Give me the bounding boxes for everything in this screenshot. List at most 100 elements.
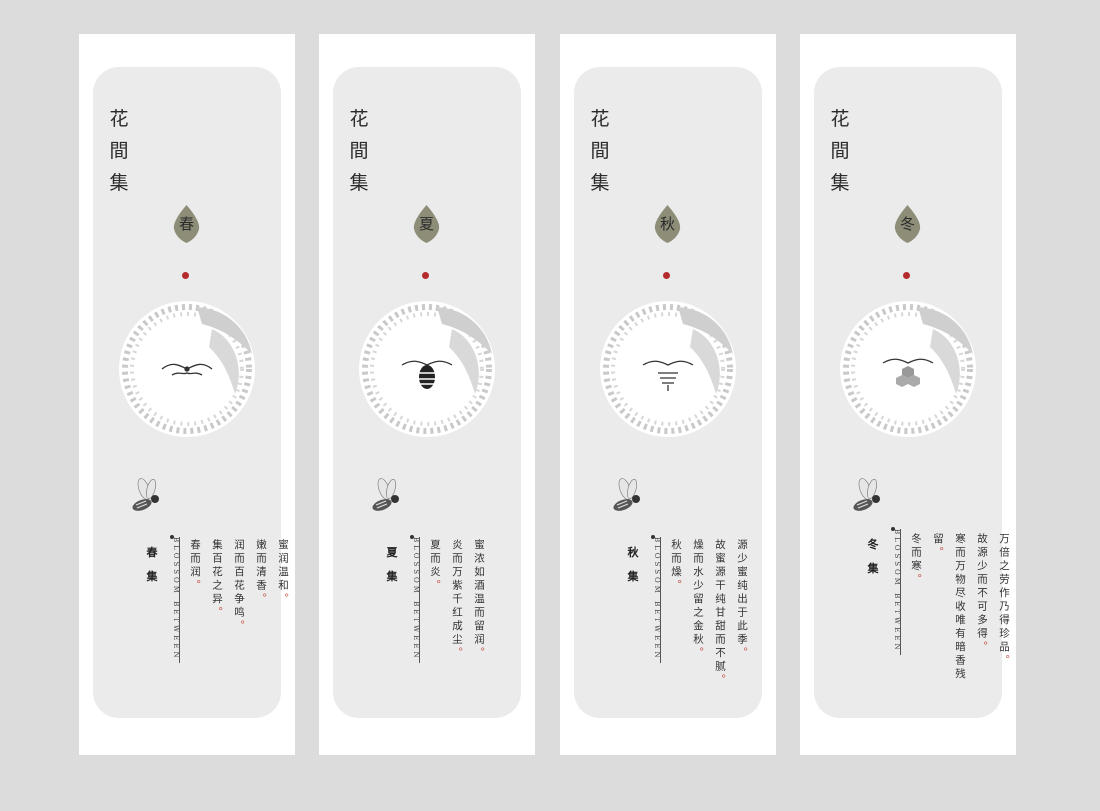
title-char: 集	[830, 172, 850, 194]
brand-title: 花 間 集	[109, 103, 129, 199]
poem-line: 燥而水少留之金秋。	[692, 539, 704, 661]
red-stop-mark: 。	[473, 647, 485, 661]
english-tagline: BLOSSOM BETWEEN	[893, 529, 901, 653]
brand-title: 花 間 集	[830, 103, 850, 199]
label-panel-winter: 花 間 集 冬 冬 集 BLOSSOM BETWEEN 万倍之劳作乃得珍品。 故…	[800, 34, 1016, 755]
brand-title: 花 間 集	[349, 103, 369, 199]
red-stop-mark: 。	[277, 593, 289, 607]
title-char: 花	[590, 108, 610, 130]
season-name-char: 集	[386, 570, 398, 583]
red-stop-mark: 。	[932, 546, 944, 561]
english-tagline: BLOSSOM BETWEEN	[653, 537, 661, 661]
leaf-badge: 冬	[894, 205, 921, 243]
title-char: 間	[349, 140, 369, 162]
season-name: 冬 集	[866, 533, 880, 581]
bee-icon	[132, 478, 159, 511]
season-name-char: 集	[867, 562, 879, 575]
title-char: 間	[590, 140, 610, 162]
red-stop-mark: 。	[211, 606, 223, 621]
poem: 万倍之劳作乃得珍品。 故源少而不可多得。 寒而万物尽收唯有暗香残留。 冬而寒。	[905, 533, 1015, 693]
poem-line: 蜜浓如酒温而留润。	[473, 539, 485, 661]
card: 花 間 集 春 春 集 BLOSSOM BETWEEN 蜜润温和。 嫩而清香。 …	[93, 67, 289, 718]
season-name-char: 集	[627, 570, 639, 583]
red-dot	[663, 272, 670, 279]
season-char: 夏	[418, 215, 434, 233]
red-stop-mark: 。	[255, 593, 267, 607]
card: 花 間 集 秋 秋 集 BLOSSOM BETWEEN 源少蜜纯出于此季。 故蜜…	[574, 67, 762, 718]
season-name-char: 集	[146, 570, 158, 583]
poem-line: 源少蜜纯出于此季。	[736, 539, 748, 661]
poem-line: 润而百花争鸣。	[233, 539, 245, 634]
red-stop-mark: 。	[910, 573, 922, 588]
english-tagline: BLOSSOM BETWEEN	[412, 537, 420, 661]
poem: 蜜浓如酒温而留润。 炎而万紫千红成尘。 夏而炎。	[424, 539, 490, 699]
floral-medallion	[359, 301, 495, 437]
season-char: 冬	[899, 215, 915, 233]
leaf-badge: 秋	[654, 205, 681, 243]
poem-line: 夏而炎。	[429, 539, 441, 594]
red-dot	[422, 272, 429, 279]
divider-line	[179, 537, 180, 663]
red-stop-mark: 。	[976, 641, 988, 655]
poem-line: 故蜜源干纯甘甜而不腻。	[714, 539, 726, 688]
floral-medallion	[840, 301, 976, 437]
season-name-char: 春	[146, 546, 158, 559]
poem-line: 寒而万物尽收唯有暗香残留。	[932, 533, 966, 682]
season-name: 夏 集	[385, 541, 399, 589]
bee-icon	[613, 478, 640, 511]
poem-line: 集百花之异。	[211, 539, 223, 621]
divider-line	[419, 537, 420, 663]
poem-line: 嫩而清香。	[255, 539, 267, 607]
divider-line	[900, 529, 901, 655]
red-dot	[182, 272, 189, 279]
season-name: 秋 集	[626, 541, 640, 589]
title-char: 集	[590, 172, 610, 194]
poem-line: 秋而燥。	[670, 539, 682, 594]
red-stop-mark: 。	[233, 620, 245, 634]
red-stop-mark: 。	[714, 674, 726, 688]
season-name-char: 冬	[867, 538, 879, 551]
english-tagline: BLOSSOM BETWEEN	[172, 537, 180, 661]
poem-line: 蜜润温和。	[277, 539, 289, 607]
red-dot	[903, 272, 910, 279]
card: 花 間 集 冬 冬 集 BLOSSOM BETWEEN 万倍之劳作乃得珍品。 故…	[814, 67, 1010, 718]
title-char: 花	[349, 108, 369, 130]
poem-line: 春而润。	[189, 539, 201, 594]
leaf-badge: 春	[173, 205, 200, 243]
poem: 源少蜜纯出于此季。 故蜜源干纯甘甜而不腻。 燥而水少留之金秋。 秋而燥。	[665, 539, 753, 699]
red-stop-mark: 。	[998, 654, 1010, 669]
season-name-char: 秋	[627, 546, 639, 559]
red-stop-mark: 。	[692, 647, 704, 661]
red-stop-mark: 。	[451, 647, 463, 661]
red-stop-mark: 。	[189, 579, 201, 594]
title-char: 花	[109, 108, 129, 130]
floral-medallion	[119, 301, 255, 437]
poem-line: 冬而寒。	[910, 533, 922, 588]
label-panel-autumn: 花 間 集 秋 秋 集 BLOSSOM BETWEEN 源少蜜纯出于此季。 故蜜…	[560, 34, 776, 755]
title-char: 花	[830, 108, 850, 130]
poem-line: 故源少而不可多得。	[976, 533, 988, 655]
title-char: 間	[109, 140, 129, 162]
red-stop-mark: 。	[736, 647, 748, 661]
red-stop-mark: 。	[670, 579, 682, 594]
card: 花 間 集 夏 夏 集 BLOSSOM BETWEEN 蜜浓如酒温而留润。 炎而…	[333, 67, 521, 718]
divider-line	[660, 537, 661, 663]
poem: 蜜润温和。 嫩而清香。 润而百花争鸣。 集百花之异。 春而润。	[184, 539, 294, 699]
floral-medallion	[600, 301, 736, 437]
bee-icon	[372, 478, 399, 511]
season-name: 春 集	[145, 541, 159, 589]
season-char: 秋	[659, 215, 675, 233]
brand-title: 花 間 集	[590, 103, 610, 199]
poem-line: 万倍之劳作乃得珍品。	[998, 533, 1010, 669]
season-char: 春	[178, 215, 194, 233]
season-name-char: 夏	[386, 546, 398, 559]
label-panel-summer: 花 間 集 夏 夏 集 BLOSSOM BETWEEN 蜜浓如酒温而留润。 炎而…	[319, 34, 535, 755]
leaf-badge: 夏	[413, 205, 440, 243]
label-panel-spring: 花 間 集 春 春 集 BLOSSOM BETWEEN 蜜润温和。 嫩而清香。 …	[79, 34, 295, 755]
red-stop-mark: 。	[429, 579, 441, 594]
title-char: 集	[349, 172, 369, 194]
poem-line: 炎而万紫千红成尘。	[451, 539, 463, 661]
title-char: 集	[109, 172, 129, 194]
bee-icon	[853, 478, 880, 511]
title-char: 間	[830, 140, 850, 162]
